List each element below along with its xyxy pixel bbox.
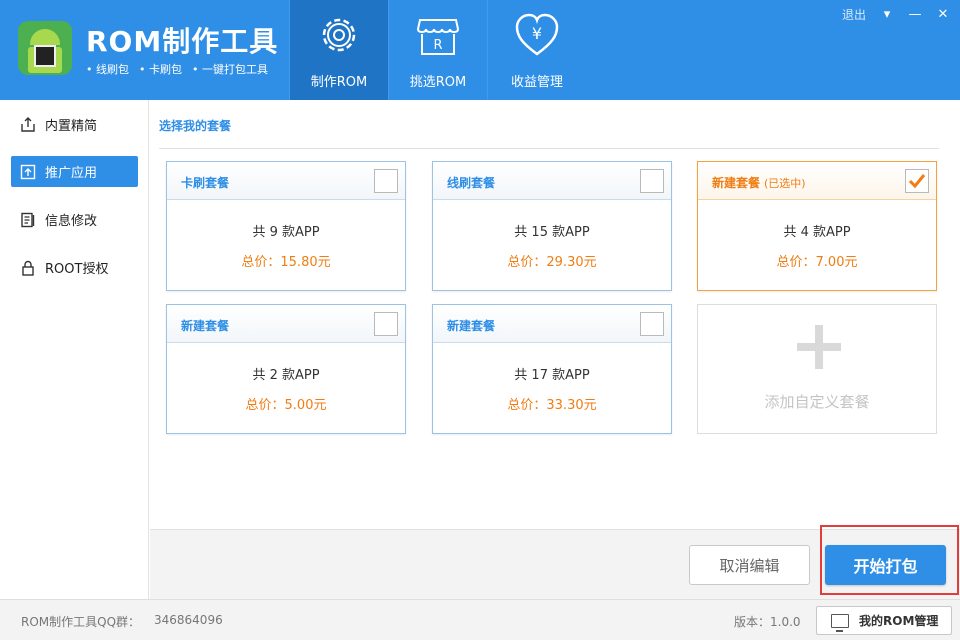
package-panel: 选择我的套餐 卡刷套餐 共 9 款APP 总价：15.80元 线刷套餐 共 15…	[150, 100, 960, 529]
package-checkbox[interactable]	[905, 169, 929, 193]
dropdown-icon[interactable]: ▾	[880, 7, 894, 22]
package-name: 线刷套餐	[447, 176, 496, 190]
package-card[interactable]: 新建套餐 共 17 款APP 总价：33.30元	[432, 304, 672, 434]
selected-tag: (已选中)	[764, 177, 806, 190]
nav-revenue[interactable]: ¥ 收益管理	[487, 0, 586, 100]
section-title: 选择我的套餐	[159, 119, 232, 133]
package-total-price: 总价：15.80元	[241, 255, 331, 270]
version-label: 版本：1.0.0	[734, 615, 801, 629]
package-total-price: 总价：33.30元	[507, 398, 597, 413]
nav-label: 制作ROM	[310, 75, 368, 90]
my-rom-manage-button[interactable]: 我的ROM管理	[816, 606, 952, 635]
nav-label: 挑选ROM	[409, 75, 467, 90]
package-card[interactable]: 新建套餐 共 2 款APP 总价：5.00元	[166, 304, 406, 434]
package-checkbox[interactable]	[374, 169, 398, 193]
close-icon[interactable]: ✕	[936, 7, 950, 22]
svg-text:R: R	[433, 38, 442, 53]
add-package-label: 添加自定义套餐	[764, 393, 870, 411]
sidebar-item-label: ROOT授权	[45, 262, 109, 277]
package-checkbox[interactable]	[640, 312, 664, 336]
minimize-icon[interactable]: —	[908, 7, 922, 22]
card-header: 线刷套餐	[433, 162, 671, 200]
qq-group-number: 346864096	[154, 613, 223, 627]
sidebar-item-builtin-trim[interactable]: 内置精简	[11, 109, 138, 140]
nav-label: 收益管理	[510, 75, 563, 90]
status-footer: ROM制作工具QQ群： 346864096 版本：1.0.0 我的ROM管理	[0, 599, 960, 640]
package-app-count: 共 2 款APP	[252, 368, 320, 383]
package-name: 新建套餐 (已选中)	[712, 176, 806, 190]
shop-icon: R	[416, 19, 460, 55]
package-total-price: 总价：7.00元	[776, 255, 858, 270]
package-app-count: 共 15 款APP	[514, 225, 590, 240]
package-name: 卡刷套餐	[181, 176, 230, 190]
divider	[159, 148, 939, 149]
card-header: 新建套餐 (已选中)	[698, 162, 936, 200]
svg-text:¥: ¥	[532, 24, 542, 43]
nav-pick-rom[interactable]: R 挑选ROM	[388, 0, 487, 100]
package-checkbox[interactable]	[640, 169, 664, 193]
card-header: 卡刷套餐	[167, 162, 405, 200]
window-controls: 退出 ▾ — ✕	[842, 6, 950, 23]
package-total-price: 总价：29.30元	[507, 255, 597, 270]
logout-link[interactable]: 退出	[842, 6, 866, 23]
sidebar-item-promote-apps[interactable]: 推广应用	[11, 156, 138, 187]
sidebar-item-info-edit[interactable]: 信息修改	[11, 204, 138, 235]
sidebar-item-root-auth[interactable]: ROOT授权	[11, 252, 138, 283]
subtitle-item: 卡刷包	[139, 61, 182, 77]
monitor-icon	[831, 613, 849, 632]
package-card[interactable]: 线刷套餐 共 15 款APP 总价：29.30元	[432, 161, 672, 291]
action-bar: 取消编辑 开始打包	[150, 525, 960, 599]
promote-icon	[19, 163, 37, 181]
package-checkbox[interactable]	[374, 312, 398, 336]
qq-group-label: ROM制作工具QQ群：	[21, 615, 141, 629]
subtitle-item: 一键打包工具	[192, 61, 268, 77]
package-app-count: 共 4 款APP	[783, 225, 851, 240]
export-icon	[19, 116, 37, 134]
app-title: ROM制作工具	[86, 25, 279, 58]
app-subtitle: 线刷包 卡刷包 一键打包工具	[86, 61, 268, 77]
package-card-selected[interactable]: 新建套餐 (已选中) 共 4 款APP 总价：7.00元	[697, 161, 937, 291]
lock-icon	[19, 259, 37, 277]
add-custom-package-button[interactable]: 添加自定义套餐	[697, 304, 937, 434]
plus-icon	[797, 325, 841, 369]
package-name: 新建套餐	[181, 319, 230, 333]
sidebar-item-label: 信息修改	[45, 214, 98, 229]
subtitle-item: 线刷包	[86, 61, 129, 77]
heart-yen-icon: ¥	[515, 13, 559, 56]
cancel-edit-button[interactable]: 取消编辑	[689, 545, 810, 585]
package-total-price: 总价：5.00元	[245, 398, 327, 413]
sidebar-item-label: 推广应用	[45, 166, 98, 181]
card-header: 新建套餐	[167, 305, 405, 343]
package-name: 新建套餐	[447, 319, 496, 333]
nav-make-rom[interactable]: 制作ROM	[289, 0, 388, 100]
app-logo-icon	[18, 21, 72, 75]
document-icon	[19, 211, 37, 229]
start-packaging-button[interactable]: 开始打包	[825, 545, 946, 585]
checkmark-icon	[908, 174, 926, 189]
app-header: ROM制作工具 线刷包 卡刷包 一键打包工具 制作ROM R 挑选ROM	[0, 0, 960, 100]
package-app-count: 共 17 款APP	[514, 368, 590, 383]
card-header: 新建套餐	[433, 305, 671, 343]
package-app-count: 共 9 款APP	[252, 225, 320, 240]
gear-icon	[322, 18, 356, 52]
my-rom-manage-label: 我的ROM管理	[859, 614, 939, 628]
sidebar-item-label: 内置精简	[45, 119, 98, 134]
package-card[interactable]: 卡刷套餐 共 9 款APP 总价：15.80元	[166, 161, 406, 291]
top-nav: 制作ROM R 挑选ROM ¥ 收益管理	[289, 0, 586, 100]
sidebar: 内置精简 推广应用 信息修改 ROOT授权	[0, 100, 149, 599]
